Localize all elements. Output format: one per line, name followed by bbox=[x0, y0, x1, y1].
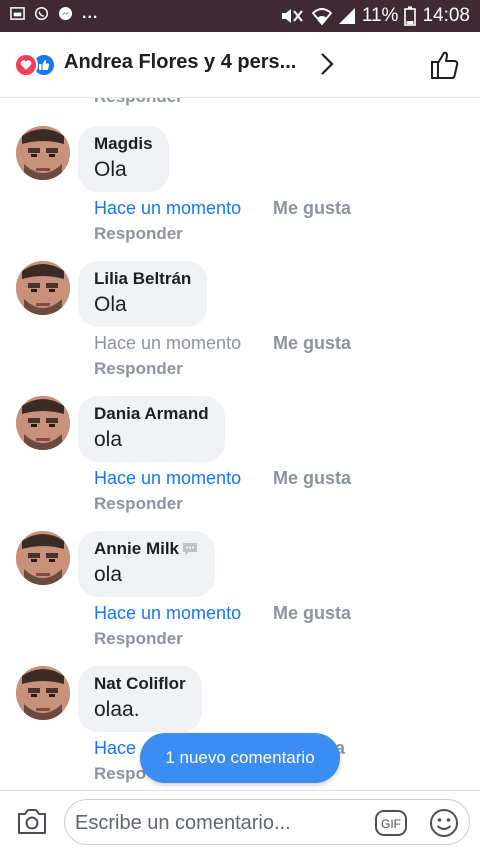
love-reaction-icon bbox=[14, 53, 38, 77]
comment-text: Ola bbox=[94, 158, 127, 181]
comment-bubble[interactable]: Nat Coliflor olaa. bbox=[78, 666, 202, 732]
gallery-icon bbox=[10, 7, 25, 20]
reply-link[interactable]: Responder bbox=[94, 359, 183, 379]
comment-text: ola bbox=[94, 563, 123, 586]
system-icons: 11% 14:08 bbox=[280, 5, 470, 27]
comment-author[interactable]: Lilia Beltrán bbox=[94, 269, 191, 289]
reply-link[interactable]: Responder bbox=[94, 629, 183, 649]
comment-bubble[interactable]: Magdis Ola bbox=[78, 126, 169, 192]
status-bar: ... 11% 14:08 bbox=[0, 0, 480, 32]
comment-time[interactable]: Hace un momento bbox=[94, 603, 241, 623]
battery-percent: 11% bbox=[361, 5, 399, 26]
comments-header: Andrea Flores y 4 pers... bbox=[0, 32, 480, 98]
avatar[interactable] bbox=[16, 126, 70, 180]
speech-bubble-badge-icon bbox=[183, 543, 198, 555]
like-link[interactable]: Me gusta bbox=[273, 333, 351, 354]
wifi-icon bbox=[311, 8, 332, 25]
reply-link[interactable]: Responder bbox=[94, 224, 183, 244]
avatar[interactable] bbox=[16, 261, 70, 315]
comment-time[interactable]: Hace un momento bbox=[94, 198, 241, 218]
comment-item: Dania Armand ola Hace un momento Me gust… bbox=[0, 396, 480, 531]
like-link[interactable]: Me gusta bbox=[273, 198, 351, 219]
gif-label: GIF bbox=[381, 817, 401, 831]
comment-meta: Hace un momento Me gusta bbox=[94, 333, 351, 354]
avatar[interactable] bbox=[16, 396, 70, 450]
comment-time[interactable]: Hace bbox=[94, 738, 136, 758]
overflow-indicator: ... bbox=[82, 4, 99, 22]
comment-text: ola bbox=[94, 428, 123, 451]
signal-icon bbox=[338, 8, 355, 24]
like-link[interactable]: Me gusta bbox=[273, 468, 351, 489]
gif-button[interactable]: GIF bbox=[375, 810, 407, 836]
comment-text: olaa. bbox=[94, 698, 140, 721]
comment-author[interactable]: Dania Armand bbox=[94, 404, 209, 424]
reply-link[interactable]: Respo bbox=[94, 764, 146, 784]
camera-icon[interactable] bbox=[16, 806, 48, 836]
reply-link[interactable]: Responder bbox=[94, 494, 183, 514]
battery-icon bbox=[404, 6, 417, 26]
chevron-right-icon[interactable] bbox=[312, 49, 342, 79]
comment-item: Annie Milk ola Hace un momento Me gusta … bbox=[0, 531, 480, 666]
like-link[interactable]: Me gusta bbox=[273, 603, 351, 624]
comment-meta: Hace ta bbox=[94, 738, 345, 759]
comment-time[interactable]: Hace un momento bbox=[94, 333, 241, 353]
clock: 14:08 bbox=[422, 5, 470, 26]
reactions-title[interactable]: Andrea Flores y 4 pers... bbox=[64, 51, 296, 74]
reply-link[interactable]: Responder bbox=[94, 98, 183, 107]
comment-time[interactable]: Hace un momento bbox=[94, 468, 241, 488]
avatar[interactable] bbox=[16, 666, 70, 720]
comment-item: Magdis Ola Hace un momento Me gusta Resp… bbox=[0, 126, 480, 261]
new-comment-button[interactable]: 1 nuevo comentario bbox=[140, 733, 340, 783]
comment-item: Lilia Beltrán Ola Hace un momento Me gus… bbox=[0, 261, 480, 396]
comment-author[interactable]: Nat Coliflor bbox=[94, 674, 186, 694]
comment-composer: Escribe un comentario... GIF bbox=[0, 790, 480, 853]
comment-author-row: Annie Milk bbox=[94, 539, 199, 559]
comment-author[interactable]: Annie Milk bbox=[94, 539, 179, 559]
emoji-icon[interactable] bbox=[428, 807, 460, 839]
whatsapp-icon bbox=[34, 6, 49, 21]
avatar[interactable] bbox=[16, 531, 70, 585]
comment-bubble[interactable]: Annie Milk ola bbox=[78, 531, 216, 597]
messenger-icon bbox=[58, 6, 73, 21]
reaction-summary[interactable] bbox=[14, 53, 60, 77]
comment-meta: Hace un momento Me gusta bbox=[94, 603, 351, 624]
comment-bubble[interactable]: Dania Armand ola bbox=[78, 396, 225, 462]
comment-text: Ola bbox=[94, 293, 127, 316]
comment-input[interactable]: Escribe un comentario... GIF bbox=[64, 799, 470, 845]
like-thumb-icon[interactable] bbox=[428, 48, 462, 82]
comment-meta: Hace un momento Me gusta bbox=[94, 468, 351, 489]
mute-vibrate-icon bbox=[281, 9, 303, 23]
comments-list[interactable]: Responder Magdis Ola Hace un momento Me … bbox=[0, 98, 480, 790]
comment-author[interactable]: Magdis bbox=[94, 134, 153, 154]
comment-bubble[interactable]: Lilia Beltrán Ola bbox=[78, 261, 208, 327]
notification-icons: ... bbox=[10, 4, 99, 22]
comment-meta: Hace un momento Me gusta bbox=[94, 198, 351, 219]
comment-input-placeholder: Escribe un comentario... bbox=[75, 812, 291, 834]
